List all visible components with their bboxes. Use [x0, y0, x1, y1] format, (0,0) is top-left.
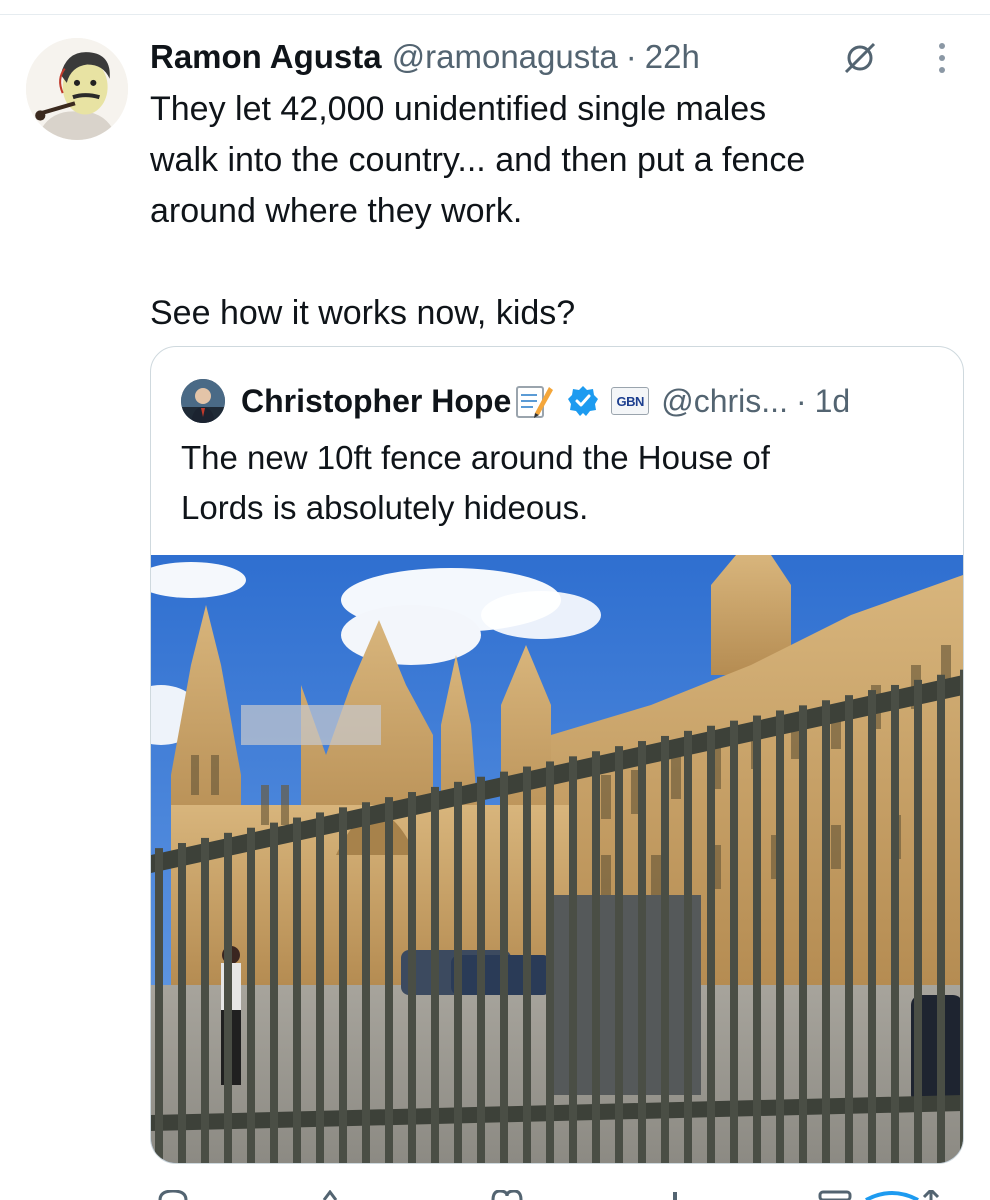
quoted-tweet-timestamp[interactable]: 1d: [815, 383, 851, 420]
quoted-tweet-card[interactable]: Christopher Hope GBN @chris... · 1d The …: [150, 346, 964, 1164]
caricature-avatar-image: [26, 38, 128, 140]
views-icon[interactable]: [670, 1190, 680, 1200]
fence-bar: [385, 797, 393, 1163]
fence-bar: [569, 756, 577, 1163]
tweet-timestamp[interactable]: 22h: [645, 38, 700, 76]
quoted-tweet-photo[interactable]: [151, 555, 963, 1163]
fence-bar: [799, 705, 807, 1163]
fence-bar: [431, 786, 439, 1163]
fence-bar: [615, 746, 623, 1163]
tweet-text-line: walk into the country... and then put a …: [150, 141, 806, 179]
house-of-lords-fence-photo: [151, 555, 963, 1163]
hide-reply-icon[interactable]: [840, 38, 880, 78]
retweet-icon[interactable]: [322, 1190, 352, 1200]
tweet-header: Ramon Agusta @ramonagusta · 22h: [150, 34, 700, 80]
fence-bar: [960, 669, 963, 1163]
top-divider: [0, 14, 990, 15]
fence-bar: [454, 781, 462, 1163]
separator-dot: ·: [795, 382, 807, 419]
fence-bar: [684, 730, 692, 1163]
quoted-author-avatar[interactable]: [181, 379, 225, 423]
fence-bar: [247, 827, 255, 1163]
share-icon[interactable]: [920, 1190, 942, 1200]
fence-bar: [937, 674, 945, 1163]
fence-bar: [753, 715, 761, 1163]
fence-bar: [201, 837, 209, 1163]
fence-bar: [224, 832, 232, 1163]
quoted-avatar-image: [181, 379, 225, 423]
affiliate-badge[interactable]: GBN: [611, 387, 650, 415]
fence-bar: [316, 812, 324, 1163]
fence-bar: [868, 690, 876, 1163]
fence-bar: [661, 735, 669, 1163]
fence-bar: [523, 766, 531, 1163]
quoted-author-name[interactable]: Christopher Hope: [241, 383, 511, 420]
tweet-text-line: They let 42,000 unidentified single male…: [150, 90, 767, 128]
fence-bar: [155, 848, 163, 1163]
tweet-text: They let 42,000 unidentified single male…: [150, 84, 950, 339]
fence-bar: [707, 725, 715, 1163]
like-icon[interactable]: [490, 1190, 524, 1200]
fence-bar: [477, 776, 485, 1163]
fence-bar: [891, 684, 899, 1163]
quoted-tweet-text: The new 10ft fence around the House of L…: [181, 433, 941, 533]
fence-bar: [293, 817, 301, 1163]
fence-bar: [546, 761, 554, 1163]
quoted-author-handle[interactable]: @chris...: [661, 383, 788, 420]
quoted-tweet-header: Christopher Hope GBN @chris... · 1d: [241, 377, 850, 425]
fence-bar: [362, 802, 370, 1163]
fence-bar: [822, 700, 830, 1163]
verified-badge-icon: [568, 386, 599, 416]
fence-bar: [730, 720, 738, 1163]
quoted-text-line: The new 10ft fence around the House of: [181, 439, 770, 476]
more-options-icon[interactable]: [930, 36, 954, 80]
fence-bar: [592, 751, 600, 1163]
quoted-text-line: Lords is absolutely hideous.: [181, 489, 589, 526]
fence-bar: [914, 679, 922, 1163]
fence-bar: [178, 843, 186, 1163]
tweet-text-line: See how it works now, kids?: [150, 294, 576, 332]
tweet-text-line: around where they work.: [150, 192, 523, 230]
fence-bar: [845, 695, 853, 1163]
fence-bar: [500, 771, 508, 1163]
fence-bar: [638, 741, 646, 1163]
fence-bar: [408, 792, 416, 1163]
fence-bar: [270, 822, 278, 1163]
memo-icon: [516, 386, 554, 418]
author-avatar[interactable]: [26, 38, 128, 140]
fence-bar: [776, 710, 784, 1163]
author-name[interactable]: Ramon Agusta: [150, 38, 382, 76]
tweet-action-bar: [150, 1190, 950, 1200]
reply-icon[interactable]: [156, 1190, 190, 1200]
grok-icon[interactable]: [862, 1190, 922, 1200]
bookmark-icon[interactable]: [816, 1190, 856, 1200]
fence-bar: [339, 807, 347, 1163]
author-handle[interactable]: @ramonagusta: [392, 38, 618, 76]
separator-dot: ·: [625, 38, 637, 75]
